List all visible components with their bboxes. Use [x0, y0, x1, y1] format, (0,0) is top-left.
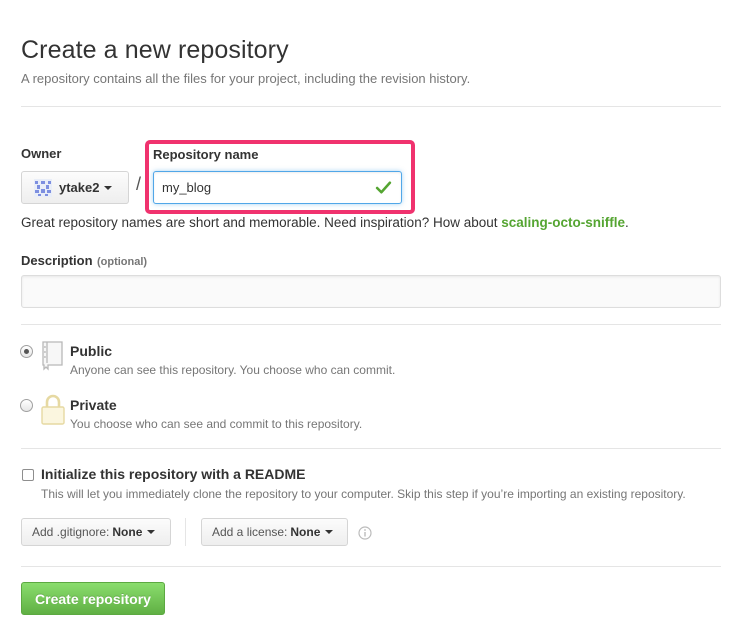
description-label-row: Description (optional) — [21, 252, 147, 270]
gitignore-value: None — [112, 525, 143, 539]
init-readme-checkbox[interactable] — [22, 469, 34, 481]
divider — [21, 566, 721, 567]
repo-name-input[interactable] — [153, 171, 402, 204]
private-radio[interactable] — [20, 399, 33, 412]
repo-name-label: Repository name — [153, 147, 259, 162]
license-dropdown[interactable]: Add a license: None — [201, 518, 348, 546]
owner-name: ytake2 — [59, 180, 100, 195]
public-radio[interactable] — [20, 345, 33, 358]
name-hint-suffix: . — [625, 215, 629, 230]
private-option-note: You choose who can see and commit to thi… — [70, 417, 363, 431]
name-suggestion-link[interactable]: scaling-octo-sniffle — [501, 215, 625, 230]
divider — [21, 324, 721, 325]
gitignore-dropdown[interactable]: Add .gitignore: None — [21, 518, 171, 546]
public-option-title: Public — [70, 343, 113, 359]
info-icon[interactable] — [358, 526, 372, 540]
description-input[interactable] — [21, 275, 721, 308]
divider — [21, 106, 721, 107]
repo-book-icon — [42, 341, 63, 371]
gitignore-label: Add .gitignore: — [32, 525, 110, 539]
chevron-down-icon — [325, 530, 334, 534]
check-icon — [375, 181, 392, 194]
name-hint-text: Great repository names are short and mem… — [21, 215, 498, 230]
divider — [21, 448, 721, 449]
page-subtitle: A repository contains all the files for … — [21, 71, 471, 86]
name-hint: Great repository names are short and mem… — [21, 215, 629, 230]
license-label: Add a license: — [212, 525, 288, 539]
init-readme-label[interactable]: Initialize this repository with a README — [41, 466, 305, 482]
owner-label: Owner — [21, 146, 62, 161]
chevron-down-icon — [147, 530, 156, 534]
button-separator — [185, 518, 186, 546]
description-label: Description — [21, 253, 93, 268]
private-option-title: Private — [70, 397, 117, 413]
optional-note: (optional) — [96, 256, 148, 268]
public-option-note: Anyone can see this repository. You choo… — [70, 363, 396, 377]
lock-icon — [41, 394, 65, 425]
license-value: None — [290, 525, 321, 539]
chevron-down-icon — [104, 185, 113, 190]
create-repository-button[interactable]: Create repository — [21, 582, 165, 615]
owner-dropdown[interactable]: ytake2 — [21, 171, 129, 204]
page-title: Create a new repository — [21, 36, 289, 64]
owner-separator: / — [136, 174, 142, 194]
init-readme-note: This will let you immediately clone the … — [41, 487, 686, 501]
avatar — [34, 178, 52, 197]
